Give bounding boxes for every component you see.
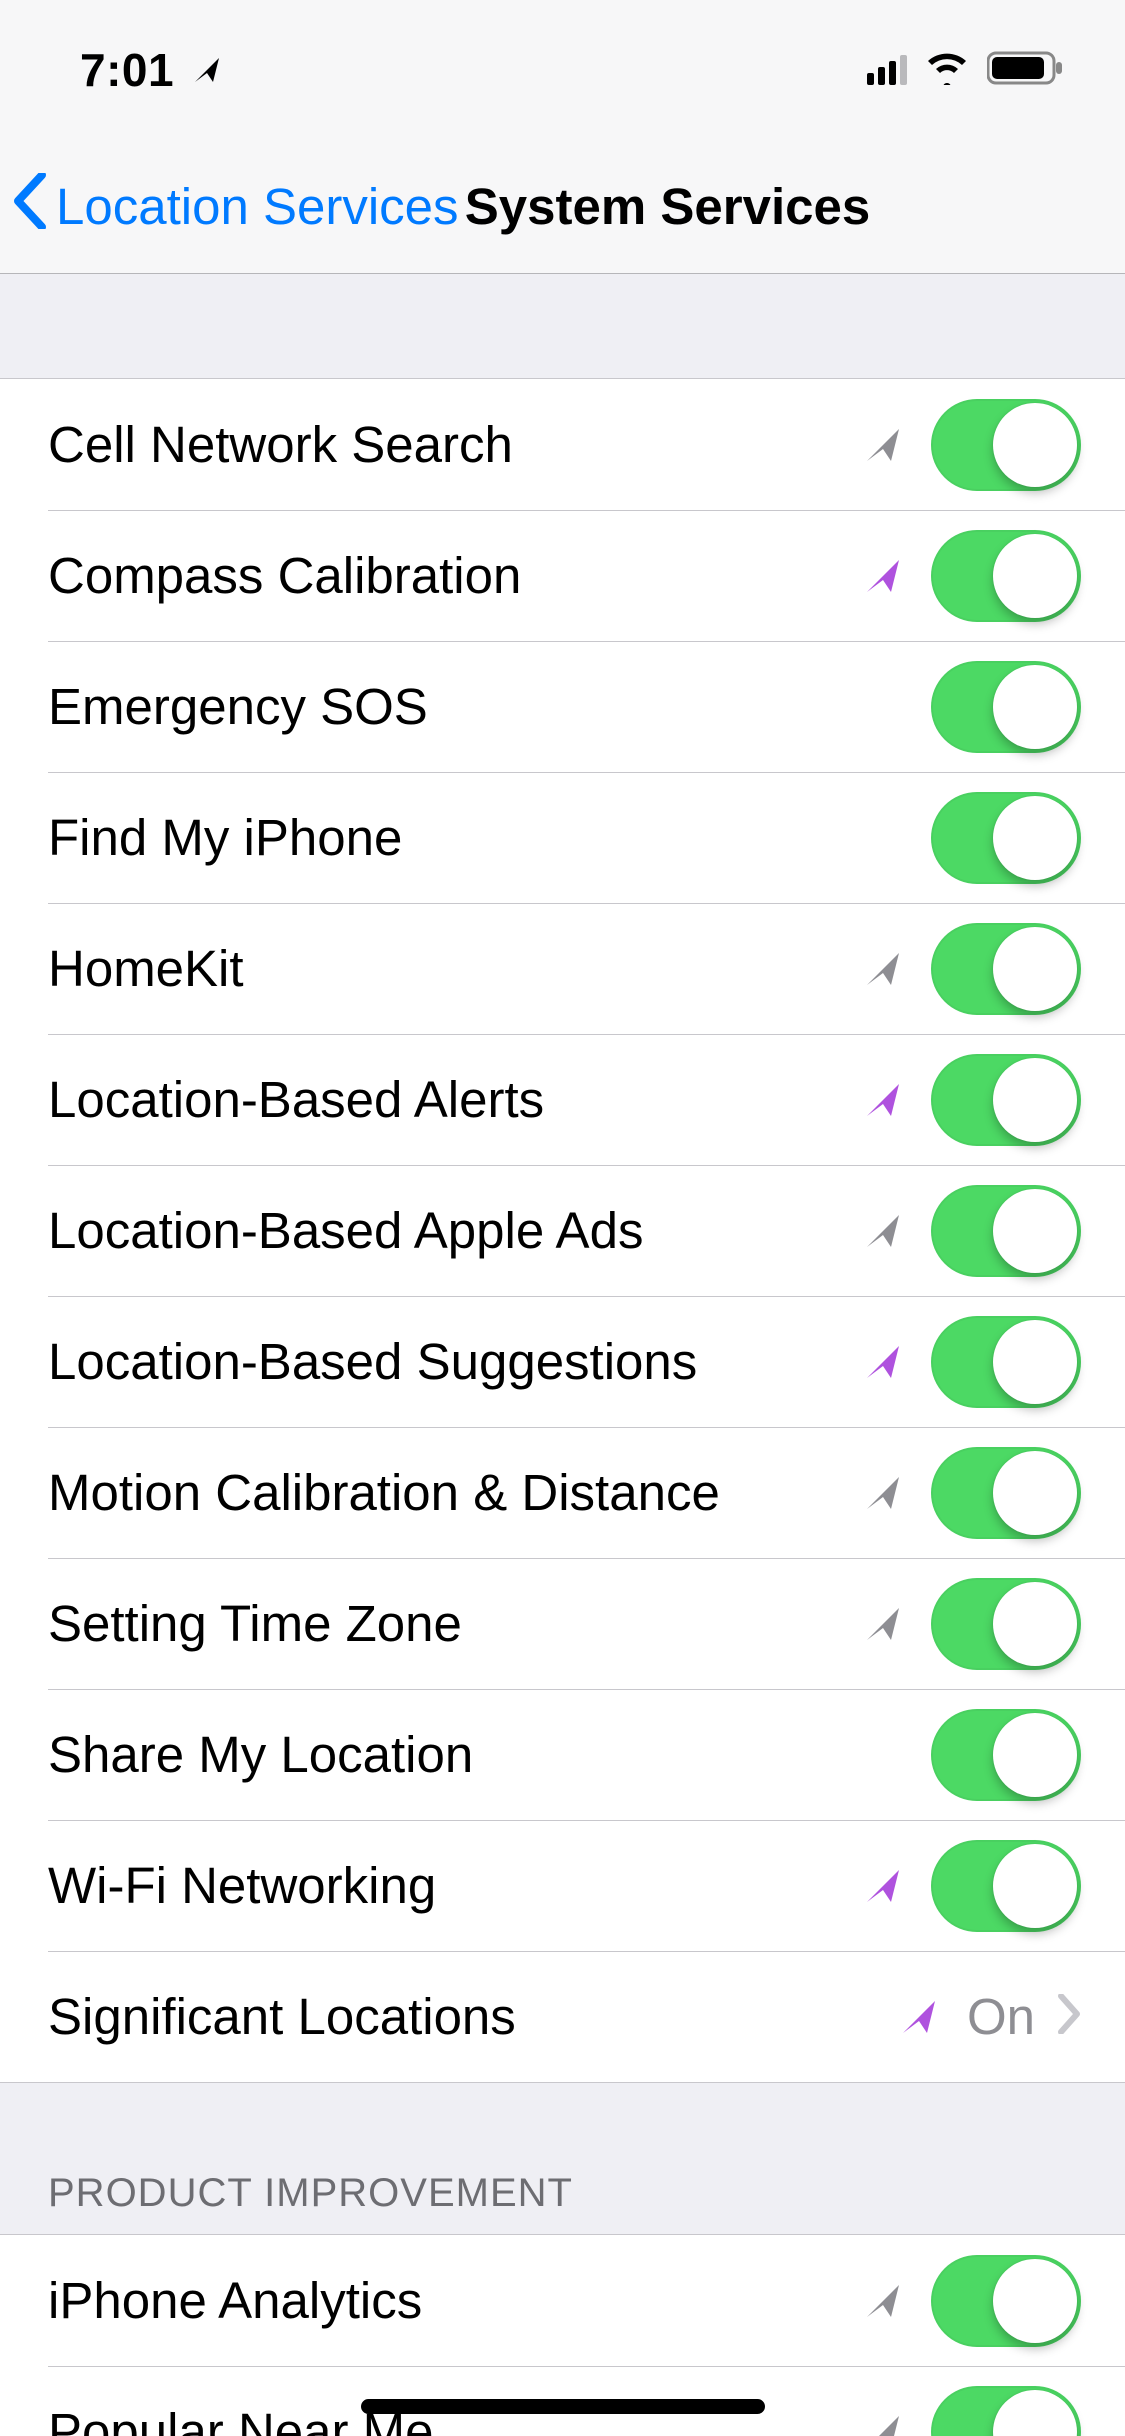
row-label: Motion Calibration & Distance xyxy=(48,1463,863,1522)
location-arrow-icon xyxy=(863,425,903,465)
home-indicator[interactable] xyxy=(361,2399,765,2414)
status-right xyxy=(867,49,1065,92)
toggle-knob xyxy=(993,1320,1077,1404)
row-label: Share My Location xyxy=(48,1725,863,1784)
back-button-label: Location Services xyxy=(56,177,459,236)
toggle-switch[interactable] xyxy=(931,530,1081,622)
row-label: Significant Locations xyxy=(48,1987,899,2046)
toggle-switch[interactable] xyxy=(931,399,1081,491)
toggle-switch[interactable] xyxy=(931,792,1081,884)
toggle-knob xyxy=(993,796,1077,880)
row-value: On xyxy=(967,1987,1035,2046)
toggle-switch[interactable] xyxy=(931,923,1081,1015)
toggle-switch[interactable] xyxy=(931,1185,1081,1277)
toggle-switch[interactable] xyxy=(931,1054,1081,1146)
settings-row: Location-Based Apple Ads xyxy=(0,1165,1125,1296)
row-label: Location-Based Apple Ads xyxy=(48,1201,863,1260)
chevron-right-icon xyxy=(1057,1994,1081,2039)
row-label: Compass Calibration xyxy=(48,546,863,605)
location-arrow-icon xyxy=(863,949,903,989)
toggle-knob xyxy=(993,665,1077,749)
row-label: HomeKit xyxy=(48,939,863,998)
toggle-knob xyxy=(993,1189,1077,1273)
location-arrow-icon xyxy=(863,1604,903,1644)
status-bar: 7:01 xyxy=(0,0,1125,140)
cellular-signal-icon xyxy=(867,55,907,85)
location-arrow-icon xyxy=(863,1473,903,1513)
location-arrow-icon xyxy=(863,1080,903,1120)
settings-row: Setting Time Zone xyxy=(0,1558,1125,1689)
location-arrow-icon xyxy=(863,2412,903,2436)
battery-icon xyxy=(987,49,1065,92)
settings-row: Emergency SOS xyxy=(0,641,1125,772)
location-arrow-icon xyxy=(863,1866,903,1906)
toggle-knob xyxy=(993,2259,1077,2343)
toggle-switch[interactable] xyxy=(931,2255,1081,2347)
toggle-knob xyxy=(993,403,1077,487)
row-label: Wi-Fi Networking xyxy=(48,1856,863,1915)
settings-row: Compass Calibration xyxy=(0,510,1125,641)
toggle-switch[interactable] xyxy=(931,1578,1081,1670)
toggle-knob xyxy=(993,1713,1077,1797)
toggle-switch[interactable] xyxy=(931,2386,1081,2436)
settings-row: Motion Calibration & Distance xyxy=(0,1427,1125,1558)
settings-row: Find My iPhone xyxy=(0,772,1125,903)
toggle-switch[interactable] xyxy=(931,661,1081,753)
settings-row: Cell Network Search xyxy=(0,379,1125,510)
location-arrow-icon xyxy=(899,1997,939,2037)
location-arrow-icon xyxy=(863,1342,903,1382)
settings-row: Wi-Fi Networking xyxy=(0,1820,1125,1951)
toggle-knob xyxy=(993,1058,1077,1142)
settings-row: Location-Based Alerts xyxy=(0,1034,1125,1165)
toggle-knob xyxy=(993,2390,1077,2436)
location-arrow-icon xyxy=(863,1211,903,1251)
toggle-knob xyxy=(993,1451,1077,1535)
back-button[interactable]: Location Services xyxy=(12,173,459,241)
toggle-switch[interactable] xyxy=(931,1447,1081,1539)
settings-link-row[interactable]: Significant Locations On xyxy=(0,1951,1125,2082)
row-label: Setting Time Zone xyxy=(48,1594,863,1653)
settings-row: iPhone Analytics xyxy=(0,2235,1125,2366)
row-label: Cell Network Search xyxy=(48,415,863,474)
status-left: 7:01 xyxy=(80,43,222,97)
location-arrow-icon xyxy=(863,556,903,596)
settings-row: Share My Location xyxy=(0,1689,1125,1820)
toggle-knob xyxy=(993,534,1077,618)
system-services-list: Cell Network Search Compass Calibration Em… xyxy=(0,378,1125,2083)
row-label: Emergency SOS xyxy=(48,677,863,736)
location-services-active-icon xyxy=(192,55,222,85)
toggle-switch[interactable] xyxy=(931,1840,1081,1932)
chevron-left-icon xyxy=(12,173,48,241)
status-time: 7:01 xyxy=(80,43,174,97)
location-arrow-icon xyxy=(863,2281,903,2321)
toggle-switch[interactable] xyxy=(931,1709,1081,1801)
toggle-knob xyxy=(993,1844,1077,1928)
row-label: Location-Based Alerts xyxy=(48,1070,863,1129)
wifi-icon xyxy=(925,51,969,90)
settings-row: Location-Based Suggestions xyxy=(0,1296,1125,1427)
toggle-knob xyxy=(993,1582,1077,1666)
settings-row: HomeKit xyxy=(0,903,1125,1034)
section-header-product-improvement: PRODUCT IMPROVEMENT xyxy=(0,2083,1125,2234)
toggle-knob xyxy=(993,927,1077,1011)
row-label: Location-Based Suggestions xyxy=(48,1332,863,1391)
row-label: iPhone Analytics xyxy=(48,2271,863,2330)
row-label: Find My iPhone xyxy=(48,808,863,867)
nav-bar: Location Services System Services xyxy=(0,140,1125,274)
toggle-switch[interactable] xyxy=(931,1316,1081,1408)
section-spacer xyxy=(0,274,1125,378)
